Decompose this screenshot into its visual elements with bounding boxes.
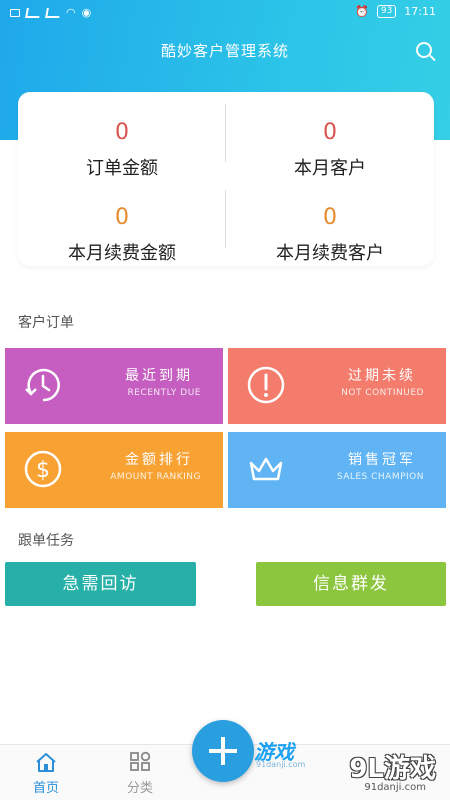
status-time: 17:11: [404, 5, 436, 18]
page-title: 酷妙客户管理系统: [160, 42, 289, 60]
tile-sales-champion[interactable]: 销售冠军 SALES CHAMPION: [228, 432, 446, 508]
svg-text:$: $: [36, 458, 50, 483]
eye-icon: ◉: [81, 6, 92, 19]
battery-indicator: 93: [376, 5, 397, 18]
stat-renewal-customers[interactable]: 0 本月续费客户: [226, 205, 434, 265]
tile-title: 金额排行: [125, 452, 193, 468]
tile-title: 最近到期: [125, 368, 193, 384]
home-icon: [36, 753, 56, 772]
alarm-icon: ⏰: [355, 5, 369, 18]
watermark-logo-url: 91danji.com: [364, 782, 426, 793]
tile-recently-due[interactable]: 最近到期 RECENTLY DUE: [5, 348, 223, 424]
stat-label: 本月客户: [294, 158, 366, 179]
category-grid-icon: [130, 751, 151, 771]
mass-message-button[interactable]: 信息群发: [256, 562, 446, 606]
add-button[interactable]: [192, 720, 254, 782]
tile-subtitle: RECENTLY DUE: [127, 388, 201, 398]
stats-card: 0 订单金额 0 本月客户 0 本月续费金额 0 本月续费客户: [18, 92, 434, 266]
stat-renewal-amount[interactable]: 0 本月续费金额: [18, 205, 226, 265]
tab-label: 分类: [126, 781, 153, 796]
urgent-revisit-button[interactable]: 急需回访: [5, 562, 196, 606]
tab-label: 首页: [32, 781, 59, 796]
alert-icon: [247, 366, 285, 404]
tile-title: 销售冠军: [348, 452, 416, 468]
signal-icon-2: [45, 7, 61, 18]
status-bar: ◠ ◉ ⏰ 93 17:11: [0, 0, 450, 26]
tab-home[interactable]: 首页: [16, 751, 76, 796]
stat-value: 0: [323, 120, 337, 145]
stat-label: 本月续费金额: [68, 243, 176, 264]
notification-icon: [10, 8, 20, 17]
stat-label: 本月续费客户: [276, 243, 384, 264]
clock-icon: [25, 368, 60, 402]
watermark-logo-text: 9L游戏: [349, 754, 436, 784]
stat-value: 0: [323, 205, 337, 230]
divider: [225, 190, 226, 248]
stat-month-customers[interactable]: 0 本月客户: [226, 120, 434, 180]
section-title-orders: 客户订单: [18, 315, 74, 331]
section-title-tasks: 跟单任务: [18, 533, 74, 549]
wifi-icon: ◠: [66, 6, 76, 19]
crown-icon: [249, 457, 283, 481]
search-icon[interactable]: [416, 42, 432, 58]
watermark-url: 91danji.com: [256, 760, 306, 769]
stat-label: 订单金额: [86, 158, 158, 179]
tile-subtitle: NOT CONTINUED: [341, 388, 424, 398]
divider: [225, 104, 226, 162]
tile-title: 过期未续: [348, 368, 416, 384]
signal-icon: [25, 7, 41, 18]
tile-subtitle: SALES CHAMPION: [336, 472, 424, 482]
tile-subtitle: AMOUNT RANKING: [110, 472, 201, 482]
dollar-icon: $: [24, 450, 62, 488]
stat-value: 0: [115, 120, 129, 145]
stat-order-amount[interactable]: 0 订单金额: [18, 120, 226, 180]
tab-category[interactable]: 分类: [110, 751, 170, 796]
tile-not-continued[interactable]: 过期未续 NOT CONTINUED: [228, 348, 446, 424]
stat-value: 0: [115, 205, 129, 230]
tile-amount-ranking[interactable]: $ 金额排行 AMOUNT RANKING: [5, 432, 223, 508]
